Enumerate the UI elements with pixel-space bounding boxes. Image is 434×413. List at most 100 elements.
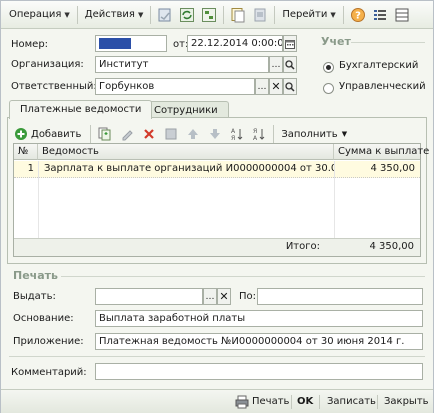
copy-row-button[interactable] <box>97 126 113 142</box>
print-preview-button[interactable] <box>251 6 269 24</box>
save-button-label: Записать <box>327 396 376 407</box>
print-button[interactable]: Печать <box>235 394 289 410</box>
issue-field[interactable] <box>95 288 203 305</box>
actions-menu[interactable]: Действия ▼ <box>81 4 148 26</box>
responsible-open-button[interactable] <box>283 78 297 95</box>
date-field[interactable]: 22.12.2014 0:00:00 <box>187 35 283 52</box>
number-field[interactable] <box>95 35 167 52</box>
statements-table[interactable]: № Ведомость Сумма к выплате 1 Зарплата к… <box>13 143 429 257</box>
column-header-number[interactable]: № <box>14 144 38 160</box>
magnifier-icon <box>285 81 295 92</box>
move-down-button[interactable] <box>207 126 223 142</box>
save-button[interactable]: Записать <box>327 394 376 410</box>
tab-employees-label: Сотрудники <box>154 105 218 116</box>
issue-select-button[interactable]: … <box>203 288 217 305</box>
close-button[interactable]: Закрыть <box>384 394 429 410</box>
responsible-select-button[interactable]: … <box>255 78 269 95</box>
copy-button[interactable] <box>229 6 247 24</box>
row-number-cell: 1 <box>27 163 34 174</box>
print-button-label: Печать <box>252 396 290 407</box>
printer-icon <box>235 395 249 409</box>
table-row[interactable]: 1 Зарплата к выплате организаций И000000… <box>14 161 420 178</box>
table-toolbar: Добавить AЯ Я A Заполнить ▼ <box>14 124 347 144</box>
responsible-field[interactable]: Горбунков <box>95 78 255 95</box>
print-group-title: Печать <box>13 269 58 282</box>
calendar-button[interactable] <box>283 35 297 52</box>
bottom-bar: Печать OK Записать Закрыть <box>1 389 433 413</box>
to-field[interactable] <box>257 288 423 305</box>
toolbar-separator <box>274 5 276 24</box>
chevron-down-icon: ▼ <box>137 10 144 19</box>
responsible-label: Ответственный: <box>11 81 97 92</box>
organization-field[interactable]: Институт <box>95 56 269 73</box>
radio-accounting-book[interactable] <box>323 62 334 73</box>
accounting-management-label: Управленческий <box>339 81 426 92</box>
actions-menu-label: Действия <box>84 9 135 20</box>
help-button[interactable]: ? <box>349 6 367 24</box>
pencil-icon <box>122 130 134 141</box>
chevron-down-icon: ▼ <box>64 10 70 19</box>
basis-value: Выплата заработной платы <box>99 313 246 324</box>
ok-button[interactable]: OK <box>297 394 313 410</box>
sort-descending-icon: ЯA <box>253 128 265 141</box>
basis-label: Основание: <box>13 313 74 324</box>
row-statement-cell: Зарплата к выплате организаций И00000000… <box>38 161 334 178</box>
attachment-label: Приложение: <box>13 336 84 347</box>
operation-menu-label: Операция <box>9 9 62 20</box>
close-button-label: Закрыть <box>384 396 429 407</box>
end-edit-button[interactable] <box>163 126 179 142</box>
toolbar-separator <box>76 5 78 24</box>
organization-open-button[interactable] <box>283 56 297 73</box>
column-header-statement[interactable]: Ведомость <box>38 144 334 160</box>
svg-text:Я: Я <box>231 135 235 141</box>
move-up-button[interactable] <box>185 126 201 142</box>
toolbar-separator <box>342 5 344 24</box>
ellipsis-icon: … <box>271 59 281 70</box>
arrow-up-icon <box>188 129 199 139</box>
organization-select-button[interactable]: … <box>269 56 283 73</box>
organization-label: Организация: <box>11 59 84 70</box>
column-divider <box>38 178 39 239</box>
operation-menu[interactable]: Операция ▼ <box>5 4 74 26</box>
goto-menu-label: Перейти <box>282 9 328 20</box>
post-document-icon <box>158 8 171 21</box>
comment-field[interactable] <box>95 363 423 380</box>
table-view-button[interactable] <box>393 6 411 24</box>
group-divider <box>9 356 425 357</box>
sort-ascending-icon: AЯ <box>231 128 243 141</box>
organization-value: Институт <box>99 59 149 70</box>
copy-row-icon <box>98 127 111 141</box>
accounting-book-label: Бухгалтерский <box>339 60 419 71</box>
column-divider <box>334 178 335 239</box>
delete-row-button[interactable] <box>141 126 157 142</box>
basis-field[interactable]: Выплата заработной платы <box>95 310 423 327</box>
total-value: 4 350,00 <box>369 241 414 252</box>
attachment-field[interactable]: Платежная ведомость №И0000000004 от 30 и… <box>95 333 423 350</box>
table-footer: Итого: 4 350,00 <box>14 238 420 256</box>
svg-text:Я: Я <box>253 128 257 135</box>
edit-row-button[interactable] <box>119 126 135 142</box>
tab-payment-statements[interactable]: Платежные ведомости <box>9 100 153 119</box>
radio-accounting-management[interactable] <box>323 83 334 94</box>
number-label: Номер: <box>11 39 49 50</box>
responsible-clear-button[interactable]: ✕ <box>269 78 283 95</box>
to-label: По: <box>239 291 257 302</box>
svg-text:A: A <box>231 128 236 135</box>
settings-list-button[interactable] <box>371 6 389 24</box>
fill-menu[interactable]: Заполнить ▼ <box>281 129 347 140</box>
structure-icon <box>202 7 217 22</box>
refresh-button[interactable] <box>178 6 196 24</box>
add-row-button[interactable]: Добавить <box>14 127 81 141</box>
structure-button[interactable] <box>200 6 218 24</box>
clear-icon: ✕ <box>271 80 281 93</box>
sort-desc-button[interactable]: ЯA <box>251 126 267 142</box>
goto-menu[interactable]: Перейти ▼ <box>278 4 339 26</box>
print-preview-icon <box>254 8 266 21</box>
column-header-amount[interactable]: Сумма к выплате <box>334 144 429 160</box>
post-document-button[interactable] <box>156 6 174 24</box>
date-value: 22.12.2014 0:00:00 <box>191 38 283 49</box>
issue-clear-button[interactable]: ✕ <box>217 288 231 305</box>
group-divider <box>351 42 425 43</box>
sort-asc-button[interactable]: AЯ <box>229 126 245 142</box>
toolbar-separator <box>273 125 275 143</box>
